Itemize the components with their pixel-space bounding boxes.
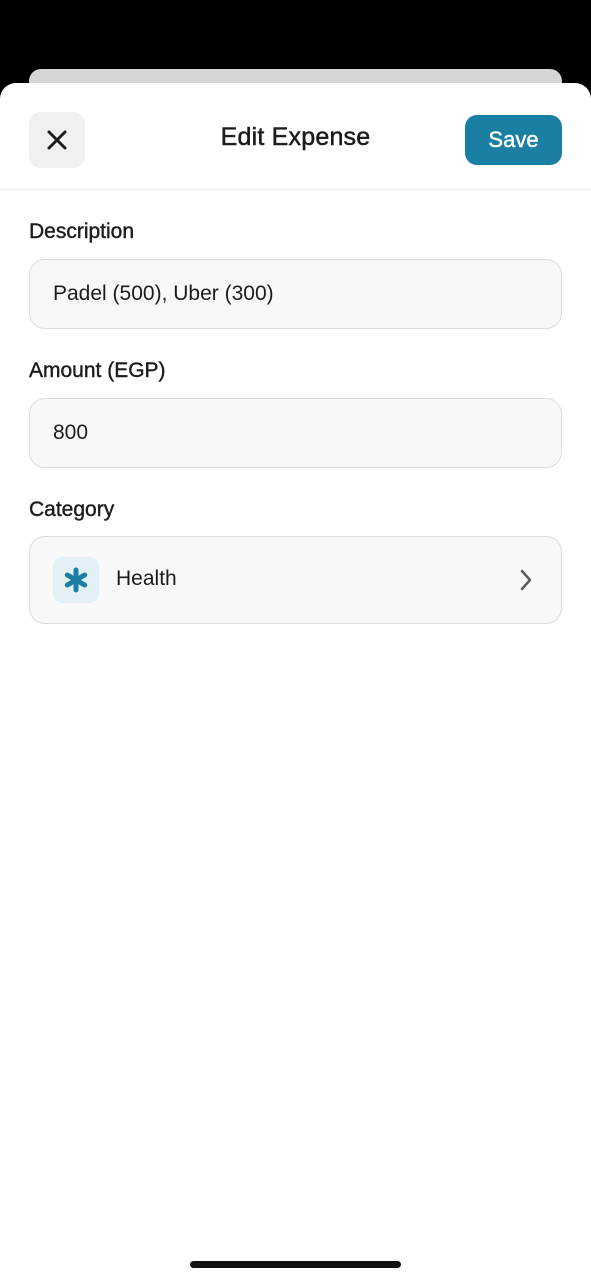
close-icon	[47, 130, 67, 150]
edit-expense-sheet: Edit Expense Save Description Amount (EG…	[0, 83, 591, 1280]
category-label: Category	[29, 498, 115, 521]
sheet-header: Edit Expense Save	[0, 83, 591, 190]
close-button[interactable]	[29, 112, 85, 168]
amount-label: Amount (EGP)	[29, 359, 166, 382]
category-selector[interactable]: Health	[29, 536, 562, 624]
category-value: Health	[116, 567, 177, 590]
save-button[interactable]: Save	[465, 115, 562, 165]
description-label: Description	[29, 220, 135, 243]
chevron-right-icon	[520, 569, 532, 591]
description-input[interactable]	[30, 260, 561, 328]
category-icon-container	[53, 557, 99, 603]
asterisk-icon	[64, 567, 88, 593]
home-indicator	[190, 1261, 401, 1268]
amount-input[interactable]	[30, 399, 561, 467]
description-field-container	[29, 259, 562, 329]
amount-field-container	[29, 398, 562, 468]
